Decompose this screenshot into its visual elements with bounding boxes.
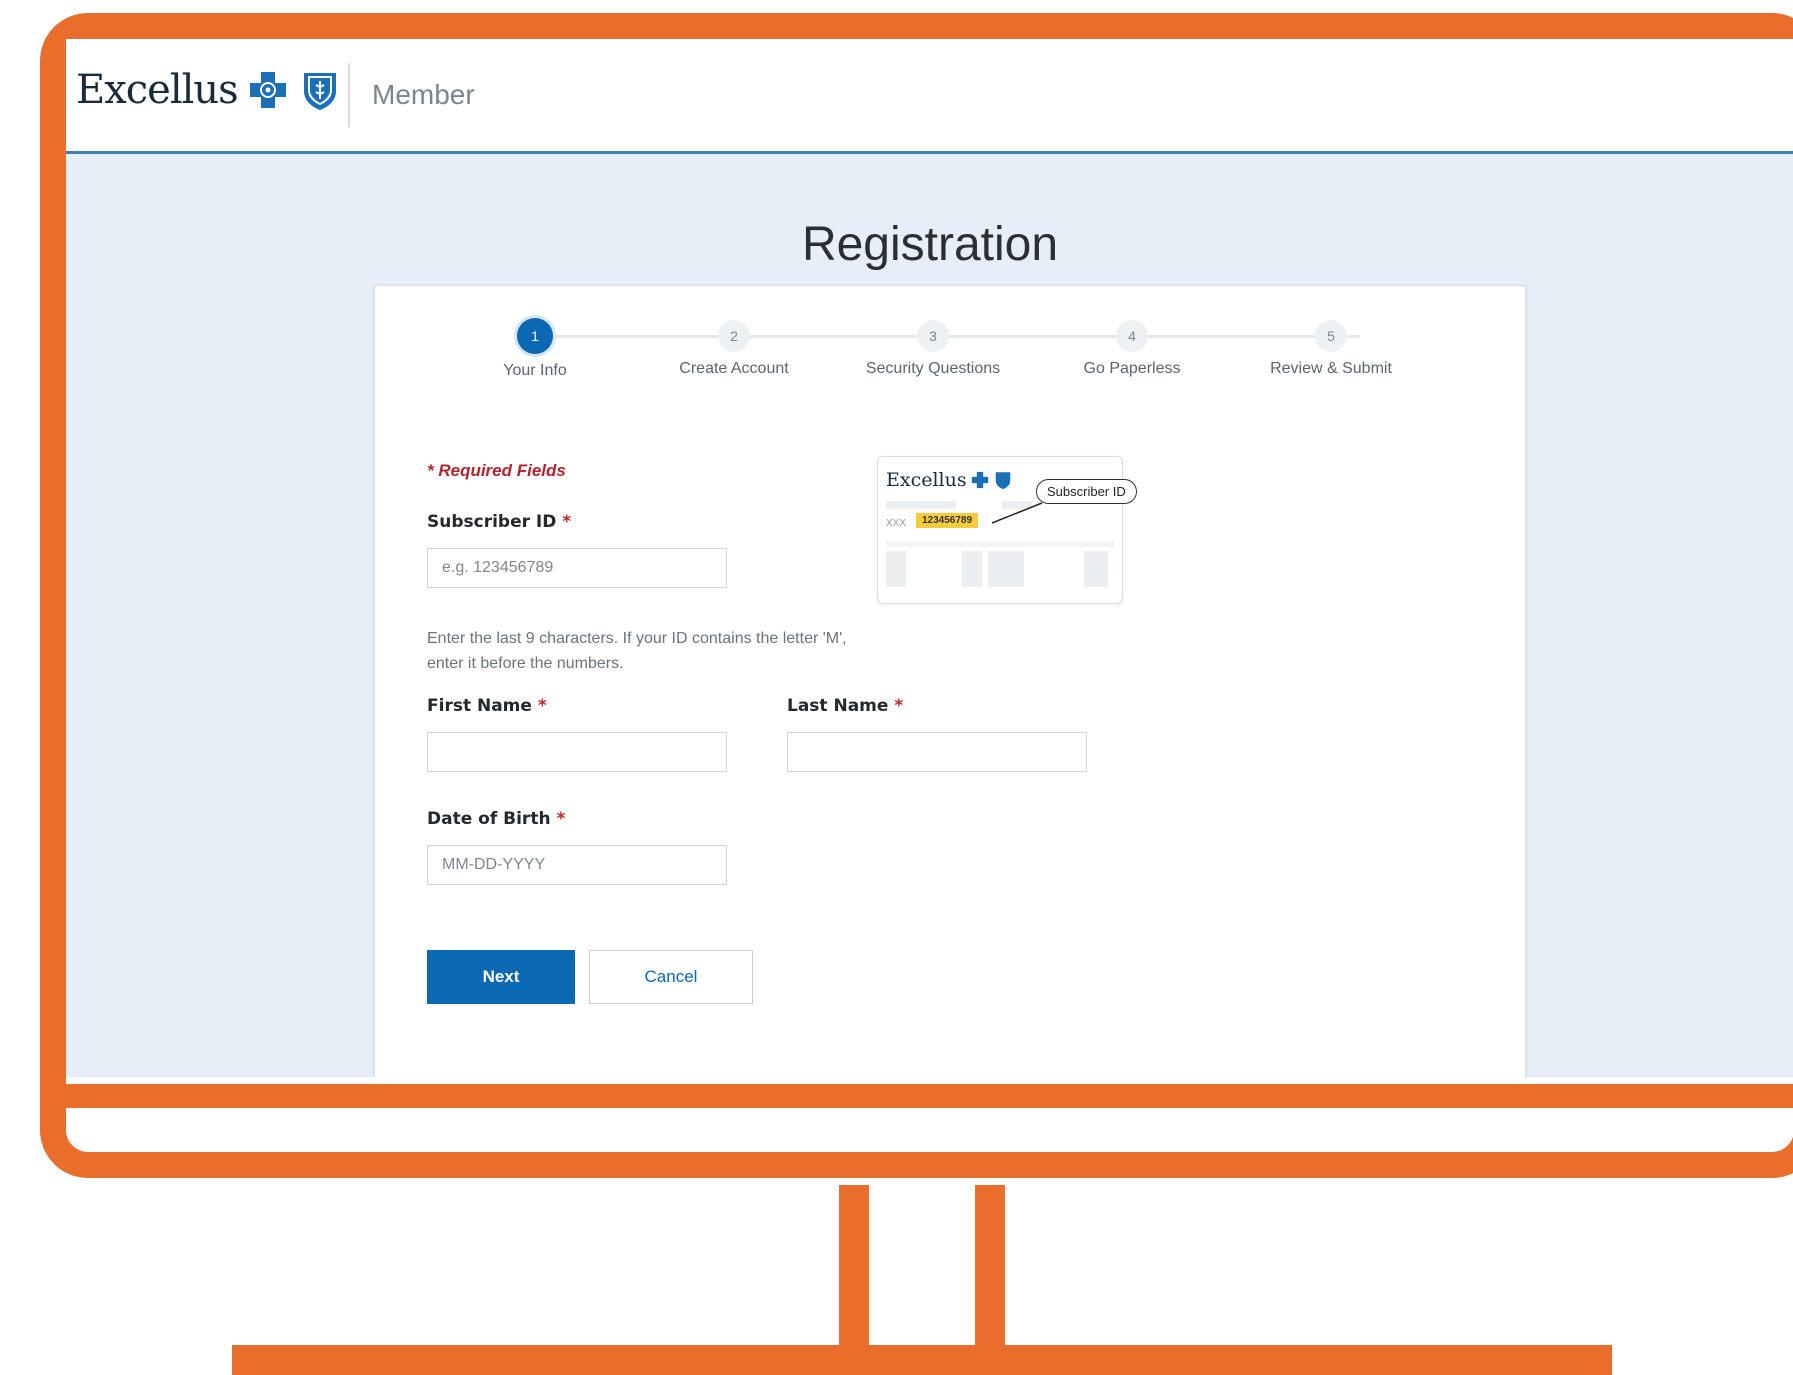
id-card-placeholder-block (1084, 551, 1108, 587)
monitor-stand-left (839, 1185, 869, 1360)
cancel-button[interactable]: Cancel (589, 950, 753, 1004)
id-card-placeholder-line (886, 541, 1114, 547)
id-card-brand-name: Excellus (886, 469, 967, 491)
step-number: 5 (1315, 320, 1347, 352)
id-card-prefix: XXX (886, 518, 907, 529)
next-button[interactable]: Next (427, 950, 575, 1004)
dob-label: Date of Birth * (427, 809, 565, 829)
first-name-label: First Name * (427, 696, 547, 716)
screen: Excellus Member Registration 1 Your Info… (66, 39, 1793, 1077)
step-label: Create Account (679, 360, 789, 377)
header-section-label: Member (372, 79, 475, 110)
first-name-input[interactable] (427, 732, 727, 772)
id-card-number-highlight: 123456789 (916, 513, 979, 528)
registration-card: 1 Your Info 2 Create Account 3 Security … (374, 285, 1526, 1077)
monitor-stand-right (975, 1185, 1005, 1360)
first-name-label-text: First Name (427, 696, 532, 716)
subscriber-id-label: Subscriber ID * (427, 512, 571, 532)
id-card-brand: Excellus (886, 469, 1013, 491)
header-divider (348, 63, 350, 127)
subscriber-id-input[interactable] (427, 548, 727, 588)
required-star: * (562, 512, 572, 532)
required-fields-note: * Required Fields (427, 461, 566, 480)
id-card-illustration: Excellus XXX 123456789 Subscriber ID (877, 456, 1137, 604)
last-name-input[interactable] (787, 732, 1087, 772)
page-title: Registration (801, 218, 1059, 271)
step-label: Your Info (503, 362, 567, 379)
required-star: * (556, 809, 566, 829)
dob-input[interactable] (427, 845, 727, 885)
step-number: 2 (718, 320, 750, 352)
site-header: Excellus Member (66, 39, 1793, 154)
step-label: Review & Submit (1270, 360, 1392, 377)
last-name-label: Last Name * (787, 696, 903, 716)
subscriber-id-helper: Enter the last 9 characters. If your ID … (427, 630, 847, 672)
dob-label-text: Date of Birth (427, 809, 551, 829)
monitor-bezel-bar (66, 1084, 1793, 1108)
required-star: * (894, 696, 904, 716)
step-go-paperless: 4 Go Paperless (1032, 316, 1232, 378)
brand-name: Excellus (76, 67, 239, 113)
step-number: 3 (917, 320, 949, 352)
id-card-placeholder-block (962, 551, 982, 587)
monitor-inner: Excellus Member Registration 1 Your Info… (40, 13, 1793, 1178)
brand-logo[interactable]: Excellus (76, 67, 342, 113)
bcbs-cross-icon (971, 471, 988, 489)
subscriber-id-label-text: Subscriber ID (427, 512, 557, 532)
step-label: Security Questions (865, 360, 1001, 377)
step-label: Go Paperless (1083, 360, 1181, 377)
step-review-submit: 5 Review & Submit (1231, 316, 1431, 378)
required-star: * (537, 696, 547, 716)
monitor-base (232, 1345, 1612, 1375)
bcbs-cross-icon (249, 72, 286, 108)
bcbs-shield-icon (303, 73, 336, 110)
step-number: 1 (517, 318, 553, 354)
bcbs-shield-icon (995, 472, 1010, 490)
progress-stepper: 1 Your Info 2 Create Account 3 Security … (375, 316, 1525, 396)
step-security-questions: 3 Security Questions (833, 316, 1033, 378)
id-card-placeholder-block (988, 551, 1024, 587)
id-card-placeholder-block (886, 551, 906, 587)
id-card-placeholder-line (886, 501, 956, 509)
step-number: 4 (1116, 320, 1148, 352)
step-create-account: 2 Create Account (634, 316, 834, 378)
last-name-label-text: Last Name (787, 696, 889, 716)
id-card-pointer-line (991, 502, 1043, 524)
id-card-callout: Subscriber ID (1036, 479, 1137, 504)
step-your-info: 1 Your Info (435, 316, 635, 380)
